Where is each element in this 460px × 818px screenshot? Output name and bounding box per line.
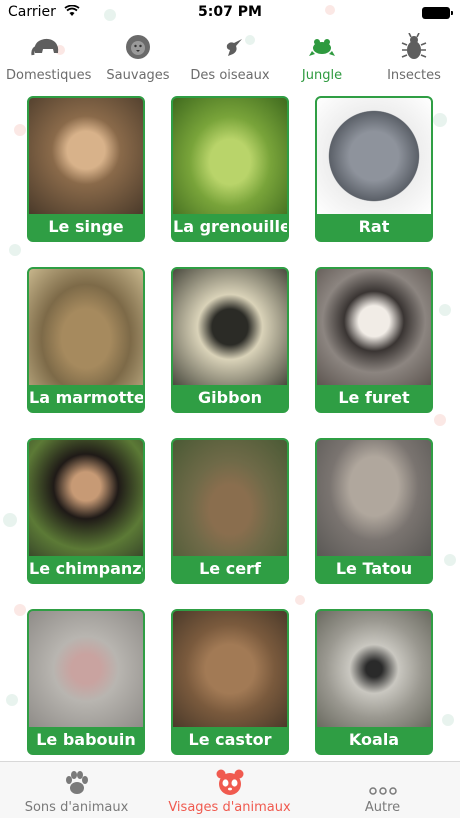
category-label: Jungle — [301, 68, 343, 83]
paw-icon — [65, 771, 88, 794]
category-sauvages[interactable]: Sauvages — [98, 32, 178, 83]
animal-name: Le Tatou — [335, 559, 413, 578]
tab-autre[interactable]: Autre — [306, 762, 459, 818]
animal-photo — [29, 611, 143, 727]
animal-name: Koala — [348, 730, 400, 749]
animal-name: Rat — [358, 217, 390, 236]
animal-name: Le babouin — [36, 730, 136, 749]
category-domestiques[interactable]: Domestiques — [6, 32, 92, 83]
category-label: Des oiseaux — [190, 68, 270, 83]
category-des-oiseaux[interactable]: Des oiseaux — [190, 32, 270, 83]
animal-card[interactable]: Le castor — [171, 609, 289, 755]
animal-name: La marmotte — [29, 388, 145, 407]
category-insectes[interactable]: Insectes — [374, 32, 454, 83]
category-label: Sauvages — [106, 68, 170, 83]
animal-card[interactable]: Le Tatou — [315, 438, 433, 584]
animal-name: Le chimpanzé — [29, 559, 145, 578]
animal-photo — [317, 269, 431, 385]
animal-card[interactable]: Le furet — [315, 267, 433, 413]
animal-card[interactable]: Rat — [315, 96, 433, 242]
frog-icon — [309, 39, 335, 56]
animal-photo — [173, 269, 287, 385]
animal-card[interactable]: Gibbon — [171, 267, 289, 413]
tab-label: Visages d'animaux — [168, 800, 291, 815]
tab-sons-animaux[interactable]: Sons d'animaux — [0, 762, 153, 818]
animal-name: Le singe — [48, 217, 124, 236]
elephant-icon — [31, 38, 59, 56]
animal-card[interactable]: Koala — [315, 609, 433, 755]
animal-card[interactable]: La grenouille — [171, 96, 289, 242]
animal-photo — [173, 98, 287, 214]
animal-card[interactable]: Le singe — [27, 96, 145, 242]
animal-card[interactable]: Le chimpanzé — [27, 438, 145, 584]
animal-name: Le cerf — [199, 559, 261, 578]
more-icon — [368, 787, 397, 795]
lion-icon — [126, 35, 150, 59]
animal-photo — [29, 98, 143, 214]
animal-photo — [173, 440, 287, 556]
animal-name: Le castor — [188, 730, 272, 749]
tab-label: Autre — [364, 800, 401, 815]
tab-visages-animaux[interactable]: Visages d'animaux — [153, 762, 306, 818]
animal-name: Gibbon — [198, 388, 262, 407]
hummingbird-icon — [217, 39, 242, 56]
animal-photo — [29, 440, 143, 556]
status-time: 5:07 PM — [198, 4, 262, 20]
animal-name: Le furet — [338, 388, 410, 407]
status-bar: Carrier 5:07 PM — [0, 0, 460, 24]
animal-card[interactable]: Le babouin — [27, 609, 145, 755]
panda-icon — [216, 769, 243, 795]
animal-photo — [29, 269, 143, 385]
animal-card[interactable]: Le cerf — [171, 438, 289, 584]
animal-photo — [317, 98, 431, 214]
animal-photo — [317, 611, 431, 727]
animal-card[interactable]: La marmotte — [27, 267, 145, 413]
category-jungle[interactable]: Jungle — [282, 32, 362, 83]
beetle-icon — [401, 33, 427, 59]
category-tabs: Domestiques Sauvages Des oiseaux Jungle … — [0, 32, 460, 88]
tab-label: Sons d'animaux — [24, 800, 129, 815]
category-label: Domestiques — [6, 68, 92, 83]
animal-photo — [317, 440, 431, 556]
category-label: Insectes — [387, 68, 441, 83]
battery-icon — [422, 7, 453, 19]
animal-photo — [173, 611, 287, 727]
animal-name: La grenouille — [173, 217, 289, 236]
tab-bar: Sons d'animaux Visages d'animaux Autre — [0, 761, 460, 818]
